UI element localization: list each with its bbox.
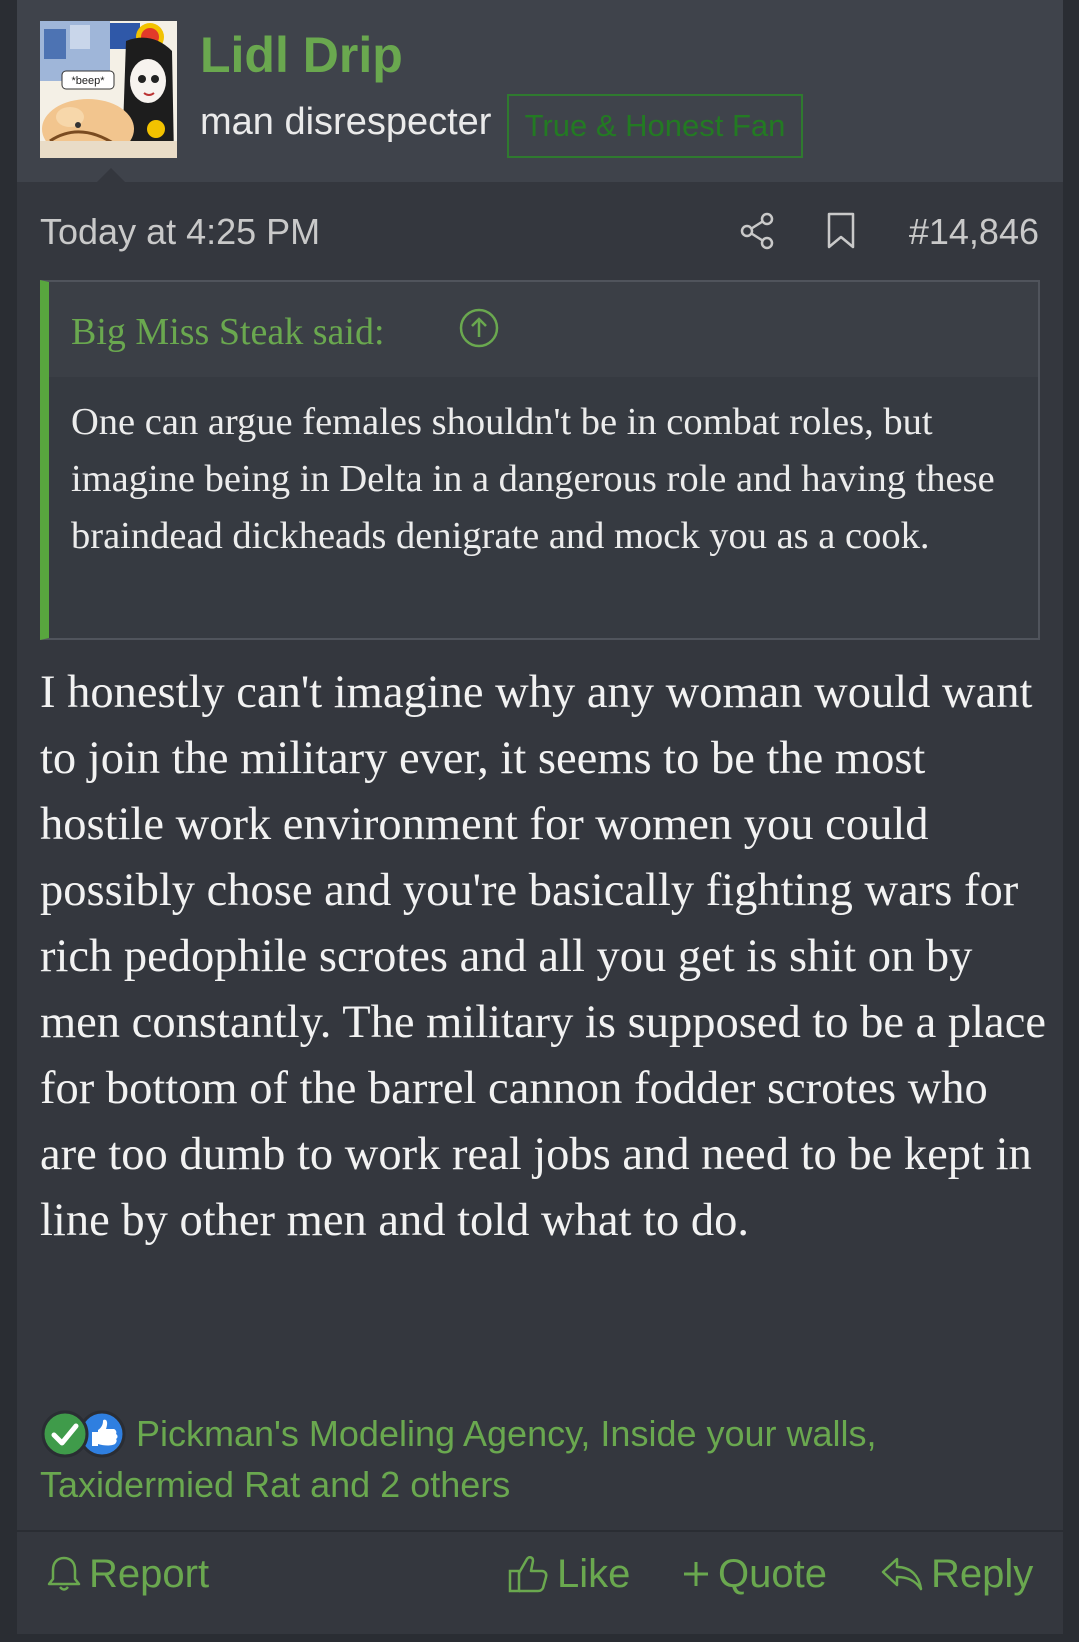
reply-arrow-icon — [881, 1557, 923, 1591]
bookmark-icon[interactable] — [825, 212, 857, 250]
reactions-bar[interactable]: Pickman's Modeling Agency, Inside your w… — [40, 1408, 1040, 1510]
reply-button[interactable]: Reply — [881, 1548, 1033, 1600]
quote-text: One can argue females shouldn't be in co… — [71, 401, 995, 557]
header-pointer — [97, 168, 125, 182]
quote-label: Quote — [718, 1551, 827, 1596]
avatar[interactable]: *beep* — [40, 21, 177, 158]
forum-post: *beep* Lidl Drip man disrespecter True &… — [17, 0, 1063, 1634]
report-button[interactable]: Report — [47, 1548, 209, 1600]
footer-divider — [17, 1530, 1063, 1532]
page: *beep* Lidl Drip man disrespecter True &… — [0, 0, 1079, 1642]
reaction-icons — [41, 1410, 126, 1458]
report-label: Report — [89, 1551, 210, 1596]
post-body: I honestly can't imagine why any woman w… — [40, 667, 1046, 1246]
plus-icon — [684, 1562, 708, 1586]
quote-author[interactable]: Big Miss Steak said: — [71, 310, 385, 354]
share-icon[interactable] — [739, 212, 775, 250]
check-icon — [41, 1410, 89, 1458]
thumbs-up-outline-icon — [508, 1556, 548, 1593]
like-button[interactable]: Like — [507, 1548, 630, 1600]
post-number-link[interactable]: #14,846 — [909, 211, 1039, 253]
avatar-caption: *beep* — [71, 75, 105, 87]
user-title: man disrespecter — [200, 101, 492, 143]
reaction-users-list[interactable]: Pickman's Modeling Agency, Inside your w… — [40, 1408, 1040, 1510]
post-timestamp[interactable]: Today at 4:25 PM — [40, 211, 320, 253]
avatar-image: *beep* — [40, 21, 177, 158]
post-header: *beep* Lidl Drip man disrespecter True &… — [17, 0, 1063, 182]
quote-block: Big Miss Steak said: One can argue femal… — [40, 280, 1040, 640]
quote-button[interactable]: Quote — [682, 1548, 827, 1600]
arrow-up-circle-icon[interactable] — [457, 306, 501, 350]
user-banner-badge: True & Honest Fan — [507, 94, 803, 158]
username[interactable]: Lidl Drip — [200, 26, 403, 84]
reply-label: Reply — [931, 1551, 1034, 1596]
like-label: Like — [557, 1551, 631, 1596]
bell-icon — [47, 1556, 81, 1591]
